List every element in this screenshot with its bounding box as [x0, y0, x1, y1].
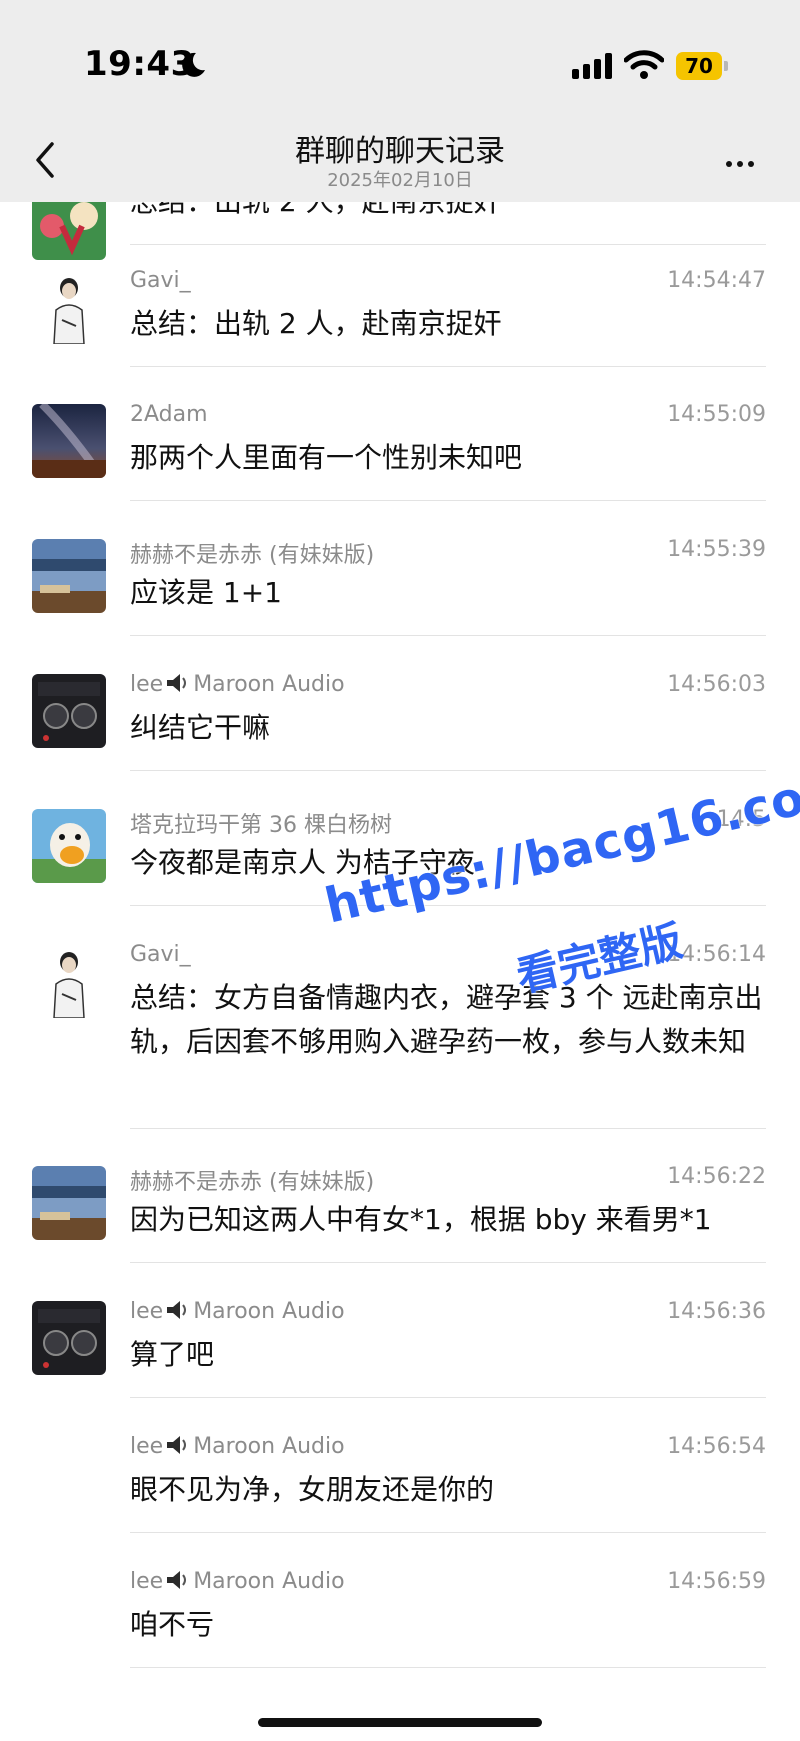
sender-name: 赫赫不是赤赤 (有妹妹版): [130, 1170, 375, 1195]
cellular-signal-icon: [572, 53, 612, 79]
sender-name: lee Maroon Audio: [130, 672, 345, 697]
sender-name: 2Adam: [130, 402, 208, 427]
sender-name-suffix: Maroon Audio: [193, 1434, 345, 1459]
message-text: 那两个人里面有一个性别未知吧: [130, 441, 523, 474]
message-divider: [130, 635, 766, 636]
speaker-icon: [167, 674, 187, 692]
message-text: 总结：出轨 2 人，赴南京捉奸: [130, 202, 770, 224]
gavi-avatar[interactable]: [32, 270, 106, 344]
sender-name-prefix: lee: [130, 1569, 164, 1594]
message-time: 14:56:54: [667, 1434, 766, 1459]
message-time: 14:56:14: [667, 942, 766, 967]
sender-name-prefix: lee: [130, 1434, 164, 1459]
message-text: 总结：女方自备情趣内衣，避孕套 3 个 远赴南京出轨，后因套不够用购入避孕药一枚…: [130, 981, 763, 1058]
sender-name: Gavi_: [130, 942, 191, 967]
duck-avatar[interactable]: [32, 809, 106, 883]
car-avatar[interactable]: [32, 1301, 106, 1375]
message-text: 眼不见为净，女朋友还是你的: [130, 1473, 495, 1506]
page-date: 2025年02月10日: [327, 170, 473, 191]
sender-name: lee Maroon Audio: [130, 1299, 345, 1324]
message-divider: [130, 1262, 766, 1263]
sender-name-prefix: lee: [130, 672, 164, 697]
message-time: 14:56:22: [667, 1164, 766, 1189]
message-list[interactable]: 总结：出轨 2 人，赴南京捉奸 Gavi_ 14:54:47 总结：出轨 2 人…: [0, 202, 800, 1741]
speaker-icon: [167, 1436, 187, 1454]
message-text: 纠结它干嘛: [130, 711, 271, 744]
battery-nub: [724, 61, 728, 71]
message-time: 14:56:03: [667, 672, 766, 697]
wifi-icon: [624, 50, 664, 79]
sender-name: Gavi_: [130, 268, 191, 293]
partial-avatar[interactable]: [32, 202, 106, 260]
message-divider: [130, 1532, 766, 1533]
message-time: 14:56:59: [667, 1569, 766, 1594]
message-text: 算了吧: [130, 1338, 215, 1371]
message-text: 总结：出轨 2 人，赴南京捉奸: [130, 307, 502, 340]
message-time: 14:54:47: [667, 268, 766, 293]
message-divider: [130, 1667, 766, 1668]
page-title: 群聊的聊天记录: [295, 134, 505, 169]
battery-level: 70: [676, 52, 722, 80]
moon-icon: [182, 52, 205, 77]
speaker-icon: [167, 1571, 187, 1589]
sender-name-suffix: Maroon Audio: [193, 1299, 345, 1324]
car-avatar[interactable]: [32, 674, 106, 748]
sender-name-suffix: Maroon Audio: [193, 672, 345, 697]
message-divider: [130, 366, 766, 367]
message-text: 应该是 1+1: [130, 576, 282, 609]
message-time: 14:5: [716, 807, 766, 832]
message-text: 因为已知这两人中有女*1，根据 bby 来看男*1: [130, 1203, 712, 1236]
sender-name-suffix: Maroon Audio: [193, 1569, 345, 1594]
message-text: 咱不亏: [130, 1608, 215, 1641]
battery-indicator: 70: [676, 52, 728, 80]
speaker-icon: [167, 1301, 187, 1319]
nav-bar: 群聊的聊天记录 2025年02月10日: [0, 118, 800, 202]
message-divider: [130, 770, 766, 771]
lake-avatar[interactable]: [32, 539, 106, 613]
message-divider: [130, 1397, 766, 1398]
message-divider: [130, 500, 766, 501]
sender-name: lee Maroon Audio: [130, 1569, 345, 1594]
gavi-avatar[interactable]: [32, 944, 106, 1018]
message-time: 14:55:39: [667, 537, 766, 562]
message-divider: [130, 244, 766, 245]
status-bar: 19:43 70: [0, 0, 800, 118]
night-sky-avatar[interactable]: [32, 404, 106, 478]
message-time: 14:55:09: [667, 402, 766, 427]
message-divider: [130, 1128, 766, 1129]
lake-avatar[interactable]: [32, 1166, 106, 1240]
home-indicator[interactable]: [258, 1718, 542, 1727]
message-text: 今夜都是南京人 为桔子守夜: [130, 846, 475, 879]
message-time: 14:56:36: [667, 1299, 766, 1324]
sender-name: 塔克拉玛干第 36 棵白杨树: [130, 813, 392, 838]
sender-name-prefix: lee: [130, 1299, 164, 1324]
sender-name: lee Maroon Audio: [130, 1434, 345, 1459]
message-divider: [130, 905, 766, 906]
more-options-icon[interactable]: [726, 152, 766, 168]
sender-name: 赫赫不是赤赤 (有妹妹版): [130, 543, 375, 568]
